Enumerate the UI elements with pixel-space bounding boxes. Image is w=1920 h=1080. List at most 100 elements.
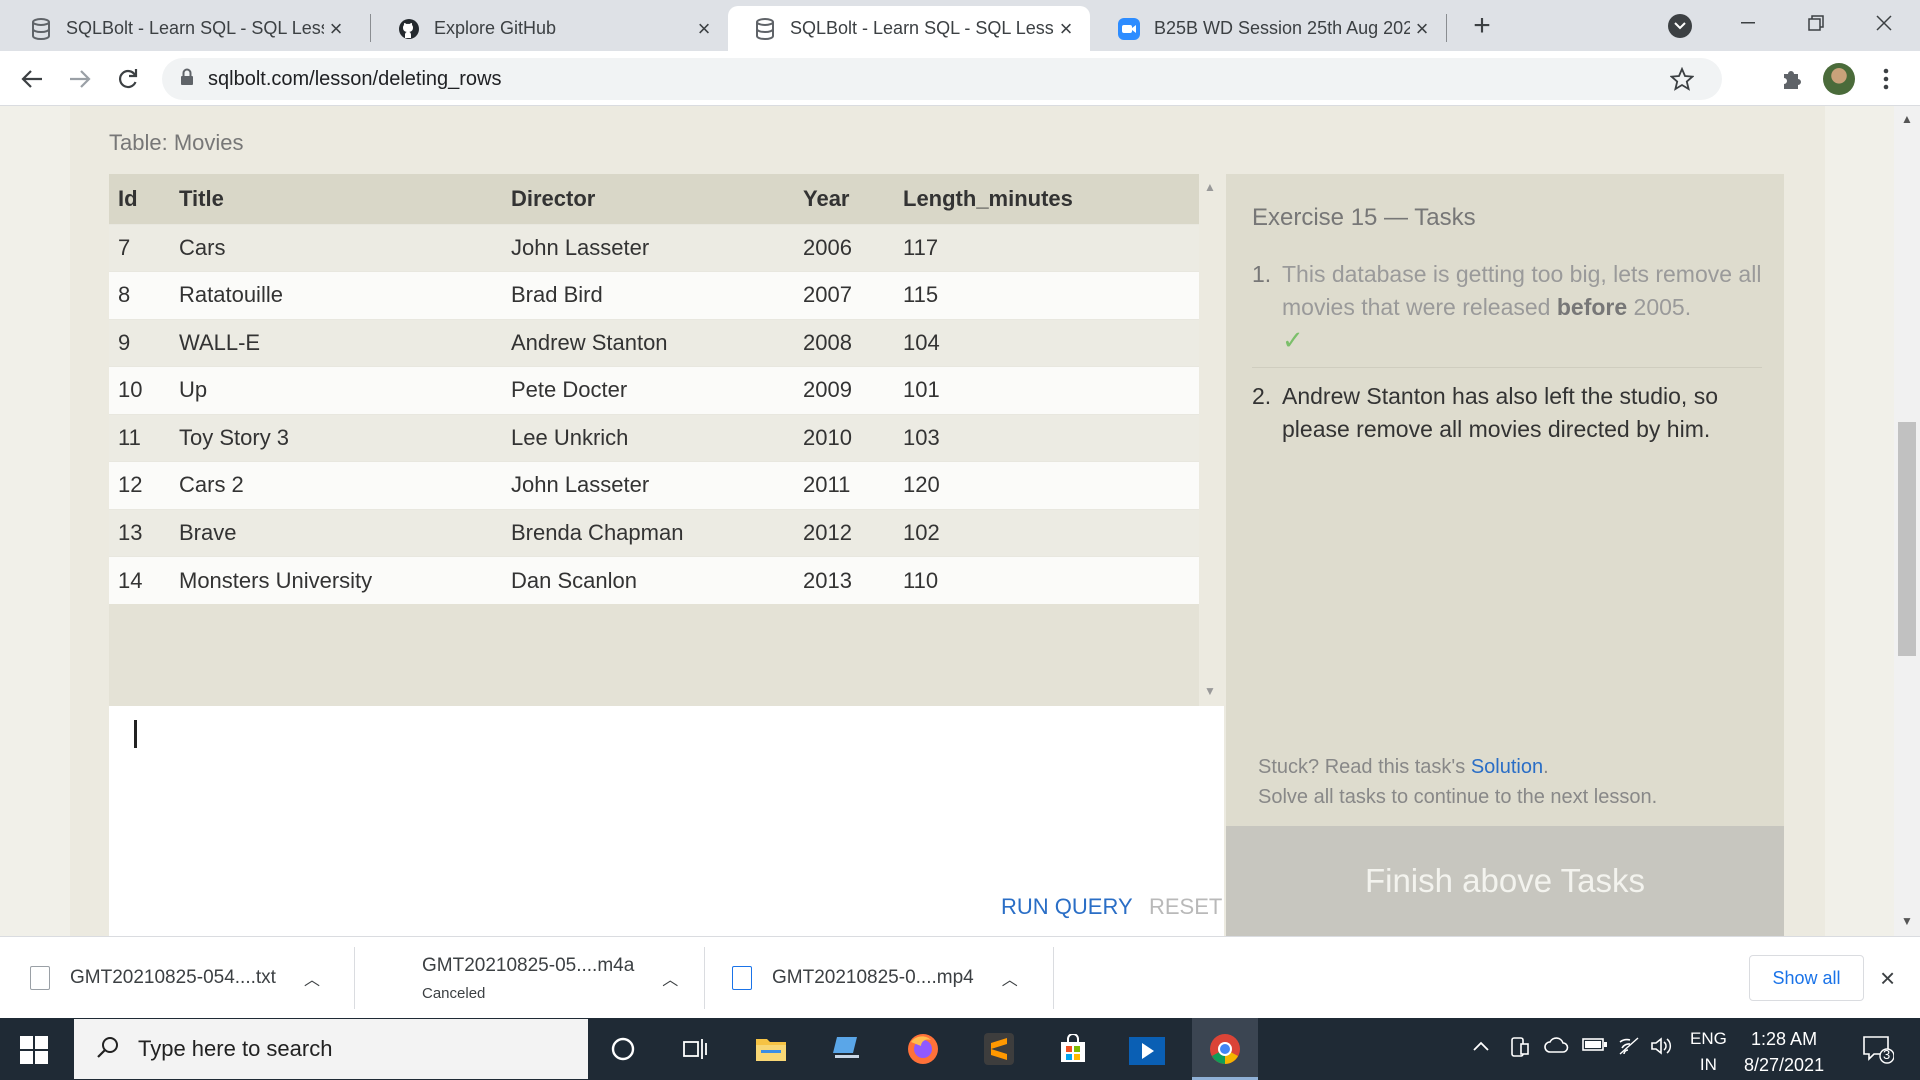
window-close-icon[interactable]: [1862, 8, 1906, 38]
scroll-up-icon[interactable]: ▲: [1901, 112, 1913, 126]
column-header: Director: [502, 174, 794, 224]
region-code: IN: [1699, 1055, 1717, 1074]
volume-icon[interactable]: [1650, 1036, 1672, 1061]
taskbar-search[interactable]: Type here to search: [74, 1019, 588, 1079]
clock-time: 1:28 AM: [1751, 1029, 1818, 1049]
system-clock[interactable]: 1:28 AM 8/27/2021: [1744, 1026, 1824, 1078]
table-cell: WALL-E: [170, 318, 502, 367]
column-header: Id: [109, 174, 170, 224]
tray-chevron-up-icon[interactable]: [1472, 1036, 1490, 1057]
table-cell: Pete Docter: [502, 366, 794, 414]
windows-taskbar: Type here to search ENG IN 1:28 AM 8/27/…: [0, 1018, 1920, 1080]
notification-center-icon[interactable]: 3: [1862, 1034, 1895, 1064]
task-item-completed: 1. This database is getting too big, let…: [1252, 258, 1762, 368]
solution-link[interactable]: Solution: [1471, 756, 1543, 778]
windows-start-icon[interactable]: [16, 1032, 52, 1068]
table-row: 10 Up Pete Docter 2009 101: [109, 366, 1199, 414]
profile-avatar[interactable]: [1823, 63, 1855, 95]
language-indicator[interactable]: ENG IN: [1690, 1026, 1727, 1078]
table-cell: 2007: [794, 271, 894, 319]
chevron-up-icon[interactable]: ︿: [1002, 966, 1018, 990]
battery-icon[interactable]: [1582, 1036, 1608, 1057]
sublime-text-icon[interactable]: [976, 1026, 1022, 1072]
table-cell: 102: [894, 508, 1199, 557]
new-tab-plus-icon[interactable]: +: [1466, 9, 1498, 42]
close-icon[interactable]: ×: [692, 16, 716, 41]
media-player-icon[interactable]: [1124, 1026, 1170, 1072]
database-icon: [754, 17, 776, 40]
close-icon[interactable]: ×: [324, 16, 348, 41]
download-filename: GMT20210825-0....mp4: [772, 967, 974, 988]
extensions-puzzle-icon[interactable]: [1775, 63, 1807, 95]
table-cell: John Lasseter: [502, 223, 794, 272]
table-cell: 115: [894, 271, 1199, 319]
wifi-icon[interactable]: [1618, 1036, 1642, 1061]
download-item[interactable]: GMT20210825-0....mp4 ︿: [732, 937, 1018, 1019]
tab-sqlbolt-1[interactable]: SQLBolt - Learn SQL - SQL Lesson ×: [4, 6, 360, 51]
tab-search-chevron-icon[interactable]: [1668, 14, 1692, 38]
search-placeholder: Type here to search: [138, 1036, 333, 1061]
table-row: 7 Cars John Lasseter 2006 117: [109, 223, 1199, 272]
sql-query-editor[interactable]: RUN QUERY RESET: [109, 706, 1224, 936]
run-query-button[interactable]: RUN QUERY: [1001, 894, 1133, 920]
restore-icon[interactable]: [1794, 8, 1838, 38]
close-icon[interactable]: ×: [1410, 16, 1434, 41]
task-text-bold: before: [1556, 294, 1628, 320]
table-cell: 2006: [794, 223, 894, 272]
stuck-suffix: .: [1543, 756, 1549, 778]
microsoft-store-icon[interactable]: [1050, 1026, 1096, 1072]
table-cell: 110: [894, 556, 1199, 604]
menu-kebab-icon[interactable]: [1870, 63, 1902, 95]
task-number: 2.: [1252, 383, 1272, 409]
scrollbar-thumb[interactable]: [1898, 422, 1916, 656]
tab-github[interactable]: Explore GitHub ×: [372, 6, 728, 51]
github-icon: [398, 18, 420, 40]
download-separator: [704, 947, 705, 1009]
table-cell: 2010: [794, 413, 894, 462]
table-cell: Monsters University: [170, 556, 502, 604]
table-cell: Andrew Stanton: [502, 318, 794, 367]
cortana-circle-icon[interactable]: [600, 1026, 646, 1072]
reset-button[interactable]: RESET: [1149, 894, 1222, 920]
minimize-icon[interactable]: [1726, 8, 1770, 38]
download-item[interactable]: GMT20210825-05....m4a Canceled ︿: [422, 937, 678, 1019]
close-icon[interactable]: ×: [1880, 963, 1895, 994]
chevron-up-icon[interactable]: ︿: [662, 966, 678, 990]
task-view-icon[interactable]: [672, 1026, 718, 1072]
this-pc-icon[interactable]: [824, 1026, 870, 1072]
table-cell: 2013: [794, 556, 894, 604]
tab-zoom[interactable]: B25B WD Session 25th Aug 2021 ×: [1092, 6, 1446, 51]
tab-sqlbolt-active[interactable]: SQLBolt - Learn SQL - SQL Lesson ×: [728, 6, 1090, 51]
scroll-down-icon[interactable]: ▼: [1901, 914, 1913, 928]
back-arrow-icon[interactable]: [16, 63, 48, 95]
download-item[interactable]: GMT20210825-054....txt ︿: [30, 937, 320, 1019]
table-scroll-up-icon[interactable]: ▲: [1204, 180, 1216, 194]
table-scroll-down-icon[interactable]: ▼: [1204, 684, 1216, 698]
table-row: 12 Cars 2 John Lasseter 2011 120: [109, 461, 1199, 509]
download-shelf: GMT20210825-054....txt ︿ GMT20210825-05.…: [0, 936, 1920, 1018]
chevron-up-icon[interactable]: ︿: [304, 966, 320, 990]
reload-icon[interactable]: [112, 63, 144, 95]
table-cell: Ratatouille: [170, 271, 502, 319]
phone-link-icon[interactable]: [1510, 1036, 1530, 1063]
lock-icon: [180, 68, 194, 91]
address-bar[interactable]: sqlbolt.com/lesson/deleting_rows: [162, 58, 1722, 100]
finish-tasks-button[interactable]: Finish above Tasks: [1226, 826, 1784, 936]
close-icon[interactable]: ×: [1054, 16, 1078, 41]
table-caption: Table: Movies: [109, 130, 244, 155]
onedrive-cloud-icon[interactable]: [1544, 1036, 1570, 1059]
continue-text: Solve all tasks to continue to the next …: [1258, 786, 1658, 808]
chrome-icon[interactable]: [1202, 1026, 1248, 1072]
show-all-button[interactable]: Show all: [1749, 955, 1864, 1001]
firefox-icon[interactable]: [900, 1026, 946, 1072]
language-code: ENG: [1690, 1029, 1727, 1048]
tab-label: SQLBolt - Learn SQL - SQL Lesson: [66, 18, 324, 38]
file-explorer-icon[interactable]: [748, 1026, 794, 1072]
clock-date: 8/27/2021: [1744, 1055, 1825, 1075]
star-bookmark-icon[interactable]: [1669, 66, 1695, 96]
search-icon: [96, 1035, 120, 1064]
page-scrollbar[interactable]: ▲ ▼: [1894, 106, 1920, 936]
forward-arrow-icon[interactable]: [64, 63, 96, 95]
download-info: GMT20210825-05....m4a Canceled: [422, 955, 634, 1002]
browser-toolbar: sqlbolt.com/lesson/deleting_rows: [0, 51, 1920, 106]
